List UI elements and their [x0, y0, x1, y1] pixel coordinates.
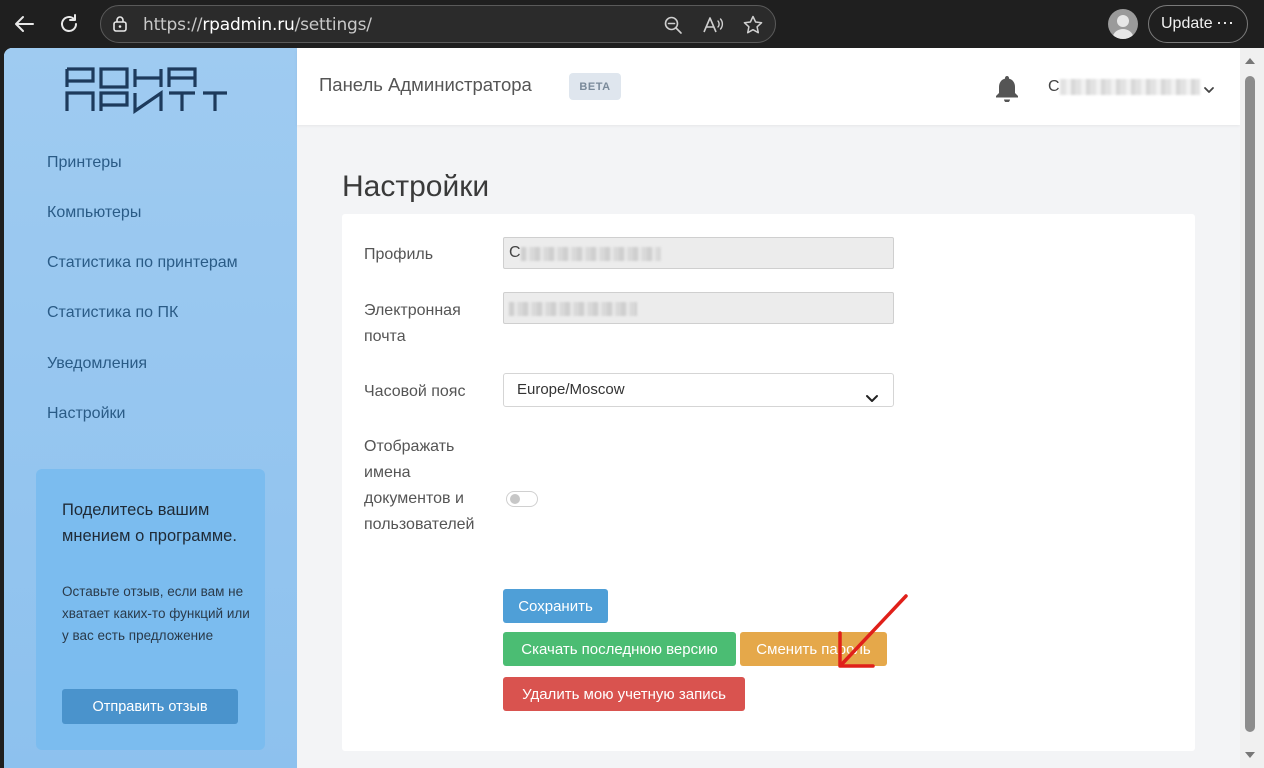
sidebar: Принтеры Компьютеры Статистика по принте…: [4, 48, 297, 768]
browser-update-button[interactable]: Update ⋯: [1148, 5, 1248, 43]
show-names-toggle[interactable]: [506, 491, 538, 507]
update-label: Update: [1161, 15, 1213, 32]
toggle-knob: [510, 494, 520, 504]
timezone-label: Часовой пояс: [364, 383, 466, 400]
top-header: Панель Администратора BETA С: [297, 48, 1240, 125]
profile-label: Профиль: [364, 246, 434, 263]
delete-account-button[interactable]: Удалить мою учетную запись: [503, 677, 745, 711]
profile-redacted: [521, 247, 661, 261]
user-menu-name[interactable]: С: [1048, 78, 1060, 96]
refresh-button[interactable]: [53, 8, 85, 40]
chevron-down-icon[interactable]: [1203, 82, 1215, 100]
sidebar-item-pc-stats[interactable]: Статистика по ПК: [47, 304, 178, 322]
more-options-icon[interactable]: ⋯: [1216, 13, 1235, 34]
back-arrow-icon: [15, 16, 34, 32]
sidebar-item-notifications[interactable]: Уведомления: [47, 355, 147, 373]
url-text: https://rpadmin.ru/settings/: [143, 15, 372, 35]
page: Принтеры Компьютеры Статистика по принте…: [4, 48, 1240, 768]
sidebar-item-printer-stats[interactable]: Статистика по принтерам: [47, 254, 238, 272]
chevron-down-icon: [865, 384, 879, 416]
zoom-out-icon[interactable]: [662, 14, 684, 36]
address-bar[interactable]: https://rpadmin.ru/settings/: [100, 5, 776, 43]
profile-value: С: [509, 244, 521, 261]
sidebar-item-printers[interactable]: Принтеры: [47, 154, 122, 172]
feedback-text: Оставьте отзыв, если вам не хватает каки…: [62, 584, 250, 643]
back-button[interactable]: [8, 8, 40, 40]
email-field[interactable]: [503, 292, 894, 324]
feedback-card: Поделитесь вашим мнением о программе. Ос…: [36, 469, 265, 750]
scroll-down-icon[interactable]: [1245, 752, 1255, 758]
settings-card: Профиль С Электронная почта Часовой пояс…: [342, 214, 1195, 751]
red-arrow-icon: [832, 593, 912, 678]
download-latest-button[interactable]: Скачать последнюю версию: [503, 632, 736, 666]
page-scrollbar[interactable]: [1240, 48, 1264, 768]
notifications-bell-icon[interactable]: [994, 74, 1020, 107]
scroll-up-icon[interactable]: [1245, 58, 1255, 64]
browser-toolbar: https://rpadmin.ru/settings/ Update ⋯: [0, 0, 1264, 48]
page-title: Настройки: [342, 170, 490, 203]
scrollbar-thumb[interactable]: [1245, 76, 1255, 732]
email-label: Электронная почта: [364, 302, 461, 345]
show-names-label: Отображать имена документов и пользовате…: [364, 438, 475, 533]
timezone-select[interactable]: Europe/Moscow: [503, 373, 894, 407]
browser-profile-avatar[interactable]: [1108, 9, 1138, 39]
site-info-icon[interactable]: [111, 15, 129, 38]
sidebar-item-computers[interactable]: Компьютеры: [47, 204, 141, 222]
email-redacted: [509, 302, 637, 316]
feedback-title: Поделитесь вашим мнением о программе.: [62, 501, 237, 545]
header-title: Панель Администратора: [319, 74, 532, 95]
beta-badge: BETA: [569, 73, 621, 100]
user-name-redacted: [1060, 79, 1200, 95]
read-aloud-icon[interactable]: [702, 14, 724, 36]
timezone-value: Europe/Moscow: [517, 381, 625, 398]
sidebar-item-settings[interactable]: Настройки: [47, 405, 125, 423]
person-icon: [1112, 15, 1134, 39]
save-button[interactable]: Сохранить: [503, 589, 608, 623]
profile-field[interactable]: С: [503, 237, 894, 269]
logo-icon: [65, 67, 227, 115]
favorite-star-icon[interactable]: [742, 14, 764, 36]
send-feedback-button[interactable]: Отправить отзыв: [62, 689, 238, 724]
refresh-icon: [61, 14, 77, 32]
brand-logo[interactable]: [64, 66, 230, 119]
